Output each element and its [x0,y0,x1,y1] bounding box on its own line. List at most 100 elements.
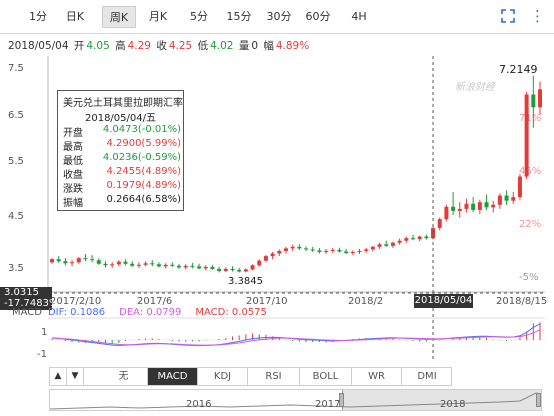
candle-body [297,246,302,249]
candle-body [230,268,235,270]
tooltip-row-change: 涨跌 0.1979(4.89%) [63,180,181,195]
navigator-right-handle[interactable] [536,393,541,407]
candle-body [477,202,482,210]
candle-body [324,250,329,252]
y-tick-label: 4.5 [8,211,24,222]
watermark-logo: 新浪财经 [455,82,495,93]
max-price-label: 7.2149 [499,63,538,76]
tooltip-value: 4.0473(-0.01%) [102,124,181,135]
arrow-up-icon[interactable]: ▲ [50,368,67,385]
tooltip-row-amplitude: 振幅 0.2664(6.58%) [63,194,181,209]
candle-body [377,244,382,247]
navigator-year-label: 2018 [440,399,466,410]
navigator-sparkline [50,392,541,410]
candle-body [531,94,536,108]
macd-dif-line [51,323,541,347]
x-tick-label: 2018/8/15 [496,296,548,307]
indicator-macd[interactable]: MACD [148,368,198,385]
navigator-year-label: 2016 [186,399,212,410]
candle-body [511,197,516,201]
candle-body [424,236,429,239]
candle-body [310,249,315,251]
candle-body [63,261,68,264]
x-tick-label: 2017/6 [137,296,173,307]
tooltip-key: 开盘 [63,128,83,139]
y-tick-label: 3.5 [8,263,24,274]
candle-body [350,251,355,254]
pct-tick-label: -5% [519,272,539,283]
tooltip-row-high: 最高 4.2900(5.99%) [63,138,181,153]
candle-body [56,259,61,262]
pct-tick-label: 71% [519,113,542,124]
y-tick-label: 6.5 [8,110,24,121]
candle-body [504,195,509,201]
tooltip-row-open: 开盘 4.0473(-0.01%) [63,124,181,139]
pct-tick-label: 46% [519,166,542,177]
candle-body [491,204,496,208]
tooltip-value: 0.1979(4.89%) [106,180,181,191]
indicator-kdj[interactable]: KDJ [198,368,248,385]
macd-dea-label: DEA: 0.0799 [119,307,182,318]
macd-y-tick: -1 [37,349,47,360]
y-tick-label: 7.5 [8,63,24,74]
tooltip-key: 涨跌 [63,184,83,195]
candle-body [317,250,322,252]
candle-body [217,268,222,271]
candle-body [130,263,135,266]
data-tooltip: 美元兑土耳其里拉即期汇率 2018/05/04/五 开盘 4.0473(-0.0… [57,90,184,211]
candle-body [384,244,389,246]
range-navigator[interactable]: 2016 2017 2018 [49,389,542,411]
crosshair-date-box: 2018/05/04 [414,294,473,308]
candle-body [177,265,182,268]
x-tick-label: 2017/10 [246,296,288,307]
candle-body [484,202,489,208]
macd-dea-line [51,329,541,346]
indicator-dmi[interactable]: DMI [402,368,452,385]
tooltip-value: 0.2664(6.58%) [106,194,181,205]
candle-body [150,263,155,265]
tooltip-value: 4.0236(-0.59%) [102,152,181,163]
pct-tick-label: 22% [519,219,542,230]
candle-body [457,208,462,211]
candle-body [243,269,248,272]
indicator-wr[interactable]: WR [352,368,402,385]
candle-body [370,246,375,250]
macd-dif-label: DIF: 0.1086 [47,307,106,318]
candle-body [76,258,81,263]
tooltip-key: 振幅 [63,198,83,209]
indicator-boll[interactable]: BOLL [300,368,352,385]
candle-body [190,265,195,267]
candle-body [304,248,309,250]
indicator-none[interactable]: 无 [100,368,148,385]
candle-body [444,206,449,220]
candle-body [116,261,121,265]
candle-body [337,249,342,252]
candle-body [464,203,469,209]
candle-body [170,264,175,266]
candle-body [451,206,456,211]
candle-body [70,262,75,264]
candle-body [103,263,108,266]
candle-body [263,256,268,261]
candle-body [110,264,115,266]
macd-label: MACD [12,307,42,318]
indicator-selector: ▲ ▼ 无 MACD KDJ RSI BOLL WR DMI [49,367,452,386]
candle-body [203,266,208,269]
indicator-rsi[interactable]: RSI [248,368,300,385]
tooltip-key: 最低 [63,156,83,167]
candle-body [270,253,275,257]
candle-body [123,261,128,264]
candle-body [417,236,422,240]
candle-body [364,249,369,251]
navigator-year-label: 2017 [315,399,341,410]
x-tick-label: 2018/2 [348,296,384,307]
candle-body [404,238,409,241]
candle-body [223,268,228,271]
arrow-down-icon[interactable]: ▼ [67,368,84,385]
tooltip-value: 4.2900(5.99%) [106,138,181,149]
candle-body [290,246,295,249]
candle-body [410,238,415,240]
candle-body [437,219,442,228]
y-tick-label: 5.5 [8,156,24,167]
tooltip-key: 收盘 [63,170,83,181]
